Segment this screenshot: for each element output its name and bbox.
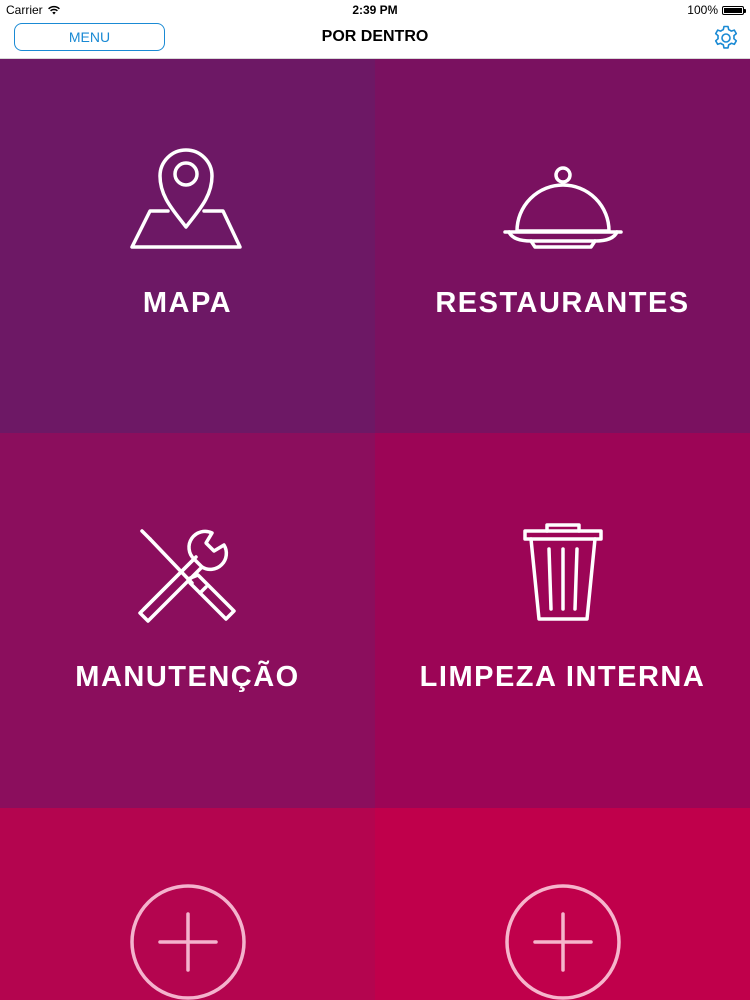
food-cloche-icon	[503, 166, 623, 249]
nav-bar: MENU POR DENTRO	[0, 20, 750, 59]
tile-limpeza-interna[interactable]: LIMPEZA INTERNA	[375, 433, 750, 808]
settings-button[interactable]	[710, 22, 742, 54]
gear-icon	[714, 25, 738, 49]
tile-label: MANUTENÇÃO	[75, 661, 300, 693]
battery-icon	[722, 5, 746, 15]
status-bar: Carrier 2:39 PM 100%	[0, 0, 750, 20]
tile-label: RESTAURANTES	[435, 287, 690, 319]
tile-label: MAPA	[142, 287, 233, 319]
battery-percent: 100%	[687, 3, 718, 17]
plus-circle-icon	[130, 884, 246, 1000]
tile-label: LIMPEZA INTERNA	[419, 661, 706, 693]
tools-icon	[138, 529, 236, 623]
tile-add-1[interactable]	[0, 808, 375, 1000]
trash-can-icon	[523, 523, 603, 621]
menu-grid: MAPA RESTAURANTES MANUTENÇÃO LIMPEZA INT…	[0, 59, 750, 1000]
status-battery: 100%	[687, 3, 746, 17]
page-title: POR DENTRO	[321, 28, 429, 45]
tile-mapa[interactable]: MAPA	[0, 59, 375, 433]
tile-add-2[interactable]	[375, 808, 750, 1000]
tile-restaurantes[interactable]: RESTAURANTES	[375, 59, 750, 433]
tile-manutencao[interactable]: MANUTENÇÃO	[0, 433, 375, 808]
status-time: 2:39 PM	[352, 3, 398, 17]
plus-circle-icon	[505, 884, 621, 1000]
map-pin-icon	[130, 148, 242, 249]
